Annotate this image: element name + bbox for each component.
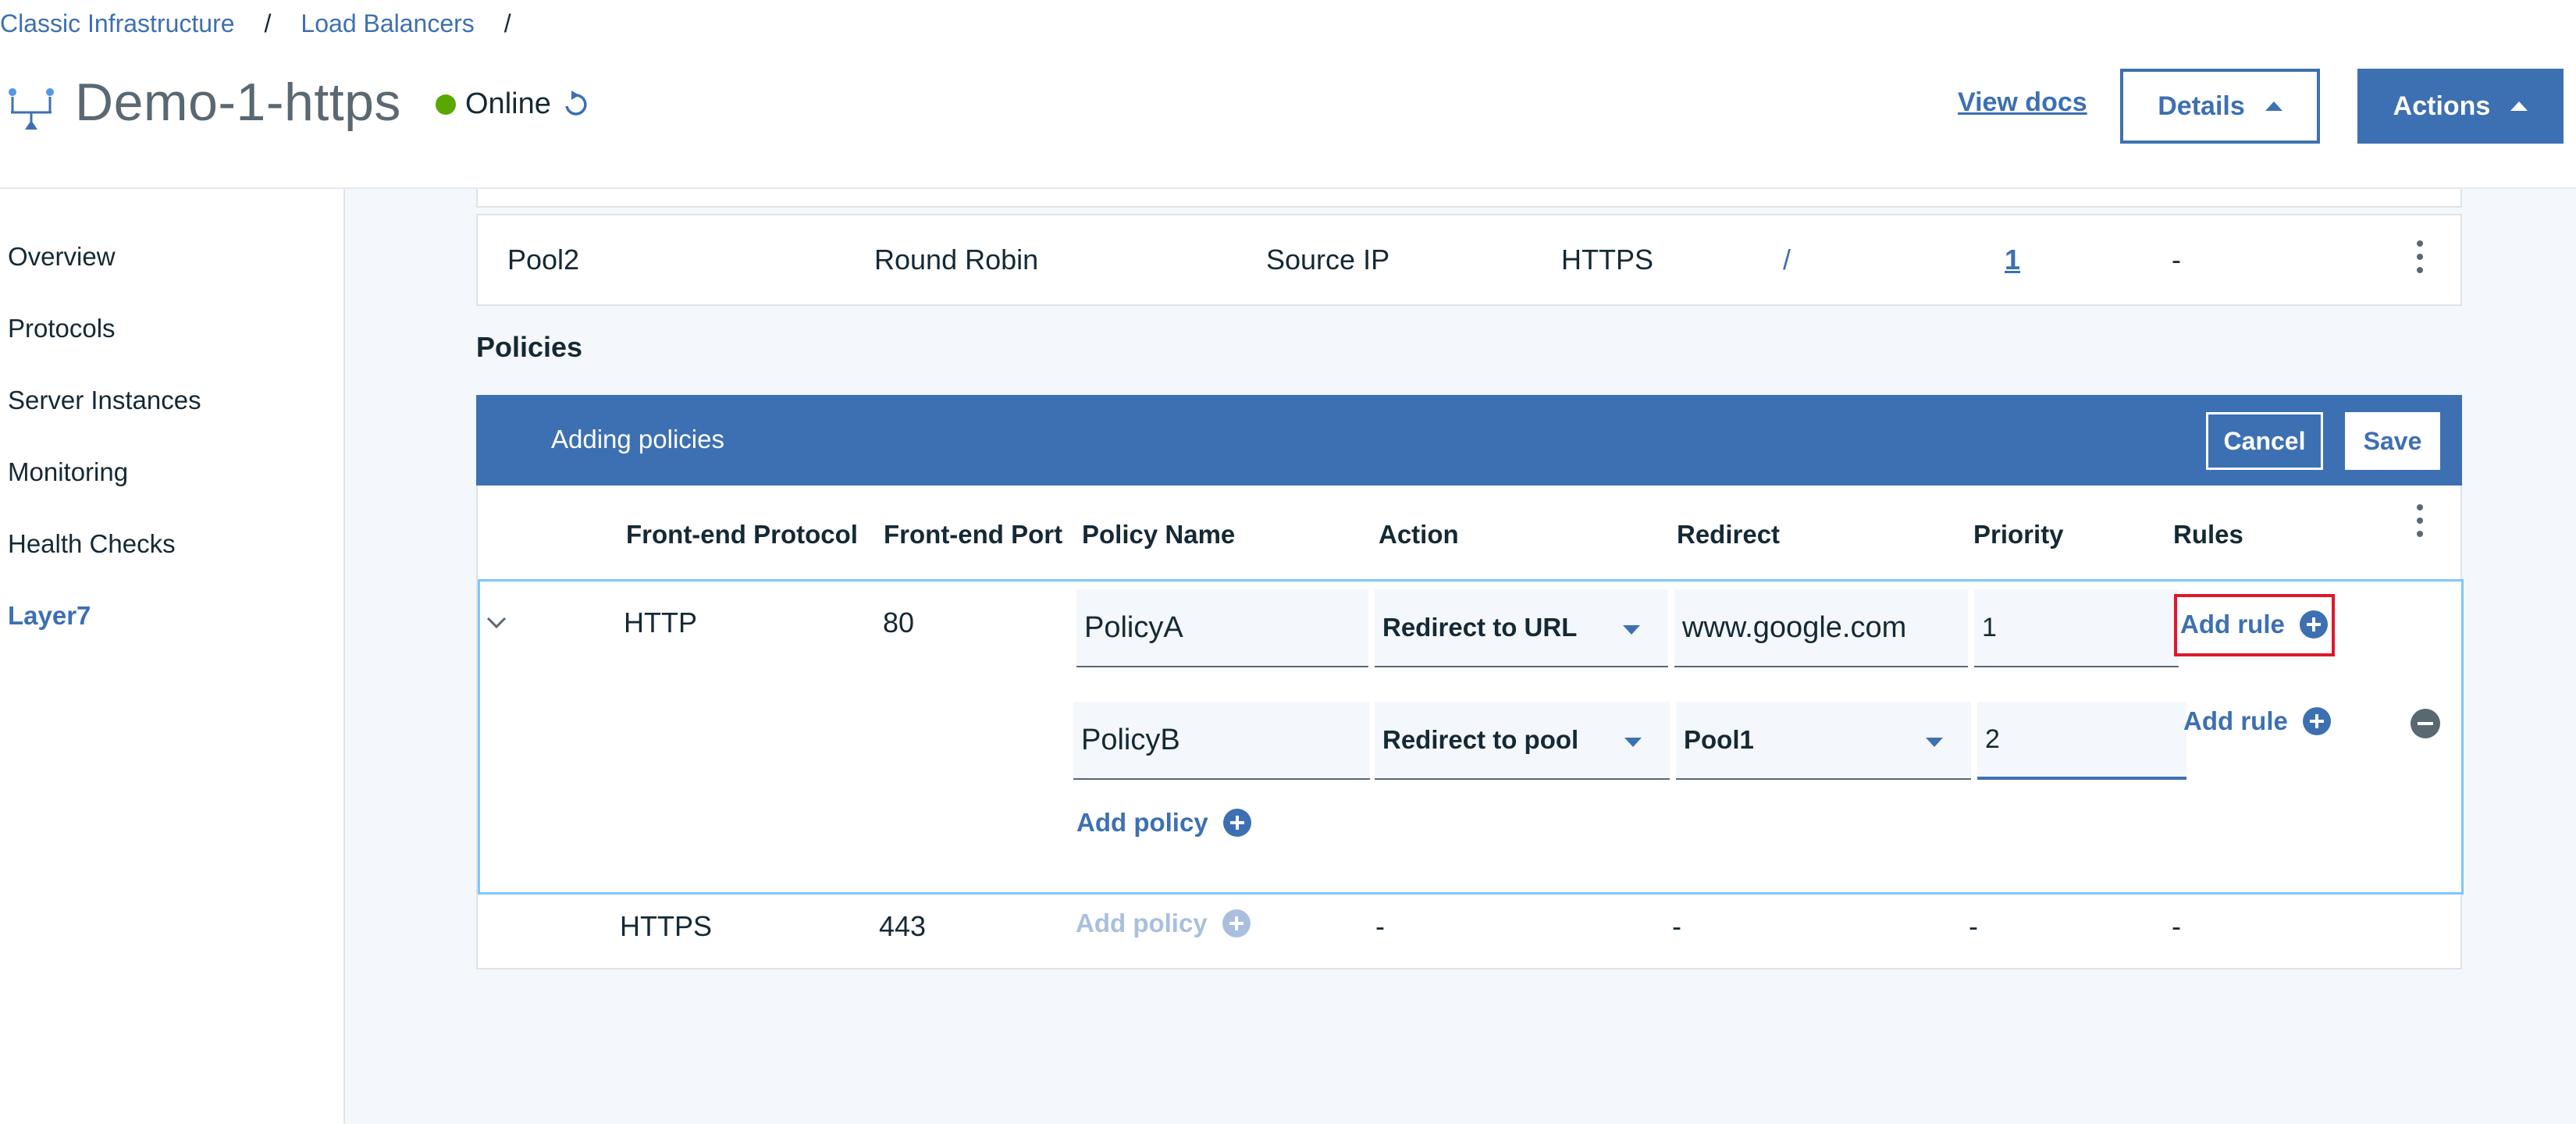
policy-name-input[interactable]: PolicyB: [1073, 702, 1370, 780]
action-select[interactable]: Redirect to pool: [1375, 702, 1670, 780]
add-circle-icon: [1222, 909, 1251, 937]
https-action: -: [1375, 910, 1385, 942]
page-header: Classic Infrastructure / Load Balancers …: [0, 0, 2576, 189]
pool-name: Pool2: [507, 244, 580, 276]
https-port: 443: [879, 910, 927, 942]
column-header-action: Action: [1379, 520, 1459, 549]
caret-down-icon: [1926, 738, 1943, 747]
add-policy-link[interactable]: Add policy: [1076, 808, 1252, 838]
add-policy-link-disabled: Add policy: [1076, 909, 1251, 938]
column-header-frontend-port: Front-end Port: [884, 520, 1063, 549]
add-policy-label: Add policy: [1076, 808, 1208, 837]
status-indicator: Online: [436, 87, 589, 121]
pool-extra: -: [2172, 244, 2181, 276]
breadcrumb-classic-infrastructure[interactable]: Classic Infrastructure: [0, 9, 235, 38]
table-overflow-menu-icon[interactable]: [2417, 504, 2423, 544]
add-rule-highlight: [2174, 594, 2335, 656]
pool-protocol: HTTPS: [1561, 244, 1654, 276]
https-protocol: HTTPS: [620, 910, 713, 942]
sidebar-item-server-instances[interactable]: Server Instances: [8, 386, 201, 415]
column-header-frontend-protocol: Front-end Protocol: [626, 520, 858, 549]
column-header-redirect: Redirect: [1677, 520, 1781, 549]
chevron-down-icon[interactable]: [485, 611, 508, 635]
refresh-icon[interactable]: [562, 89, 589, 120]
status-text: Online: [465, 87, 551, 120]
pool-session: Source IP: [1266, 244, 1390, 276]
breadcrumb-separator: /: [264, 9, 272, 37]
breadcrumb-load-balancers[interactable]: Load Balancers: [301, 9, 474, 38]
pool-method: Round Robin: [874, 244, 1039, 276]
sidebar-item-health-checks[interactable]: Health Checks: [8, 529, 176, 559]
main-content: Pool2 Round Robin Source IP HTTPS / 1 - …: [345, 189, 2576, 1124]
add-rule-link[interactable]: Add rule: [2183, 706, 2332, 736]
remove-policy-icon[interactable]: [2410, 708, 2441, 739]
https-priority: -: [1969, 910, 1978, 942]
caret-up-icon: [2510, 101, 2528, 111]
details-button[interactable]: Details: [2120, 69, 2320, 144]
save-button[interactable]: Save: [2345, 412, 2440, 470]
pool-row: Pool2 Round Robin Source IP HTTPS / 1 -: [476, 214, 2462, 306]
action-select-value: Redirect to URL: [1382, 613, 1578, 642]
load-balancer-icon: [9, 88, 54, 130]
add-policy-label: Add policy: [1076, 909, 1208, 937]
caret-up-icon: [2265, 101, 2282, 111]
adding-policies-banner: Adding policies Cancel Save: [476, 395, 2462, 486]
details-button-label: Details: [2158, 91, 2245, 121]
caret-down-icon: [1623, 625, 1640, 635]
breadcrumb: Classic Infrastructure / Load Balancers …: [0, 9, 511, 37]
caret-down-icon: [1624, 738, 1642, 747]
policies-table: Front-end Protocol Front-end Port Policy…: [476, 486, 2464, 969]
sidebar-item-protocols[interactable]: Protocols: [8, 314, 116, 343]
pool-members-link[interactable]: 1: [2005, 244, 2020, 276]
sidebar-item-layer7[interactable]: Layer7: [8, 601, 91, 631]
https-redirect: -: [1672, 910, 1681, 942]
http-port: 80: [883, 606, 915, 638]
redirect-pool-select[interactable]: Pool1: [1676, 702, 1971, 780]
actions-button-label: Actions: [2393, 91, 2491, 121]
http-protocol: HTTP: [624, 606, 697, 638]
http-policy-group: HTTP 80 PolicyA Redirect to URL www.goog…: [478, 579, 2464, 895]
policy-name-input[interactable]: PolicyA: [1076, 589, 1368, 667]
status-online-dot: [436, 94, 456, 115]
action-select-value: Redirect to pool: [1382, 725, 1579, 754]
column-header-rules: Rules: [2173, 520, 2243, 549]
sidebar-nav: Overview Protocols Server Instances Moni…: [0, 189, 345, 1124]
column-header-priority: Priority: [1973, 520, 2064, 549]
banner-title: Adding policies: [551, 425, 724, 454]
priority-input[interactable]: 2: [1977, 702, 2186, 780]
add-circle-icon: [1222, 809, 1251, 837]
redirect-url-input[interactable]: www.google.com: [1674, 589, 1968, 667]
sidebar-item-overview[interactable]: Overview: [8, 242, 116, 272]
overflow-menu-icon[interactable]: [2417, 240, 2423, 280]
policies-heading: Policies: [476, 331, 583, 363]
pool-path-link[interactable]: /: [1783, 244, 1791, 276]
view-docs-link[interactable]: View docs: [1958, 87, 2087, 118]
breadcrumb-separator: /: [503, 9, 511, 37]
column-header-policy-name: Policy Name: [1082, 520, 1236, 549]
cancel-button[interactable]: Cancel: [2206, 412, 2323, 470]
https-rules: -: [2172, 910, 2181, 942]
action-select[interactable]: Redirect to URL: [1375, 589, 1668, 667]
sidebar-item-monitoring[interactable]: Monitoring: [8, 457, 128, 487]
previous-row-edge: [476, 189, 2462, 208]
actions-button[interactable]: Actions: [2357, 69, 2564, 144]
page-title: Demo-1-https: [75, 73, 401, 132]
priority-input[interactable]: 1: [1974, 589, 2179, 667]
redirect-pool-value: Pool1: [1684, 725, 1754, 754]
add-circle-icon: [2302, 707, 2331, 735]
add-rule-label: Add rule: [2183, 706, 2288, 735]
